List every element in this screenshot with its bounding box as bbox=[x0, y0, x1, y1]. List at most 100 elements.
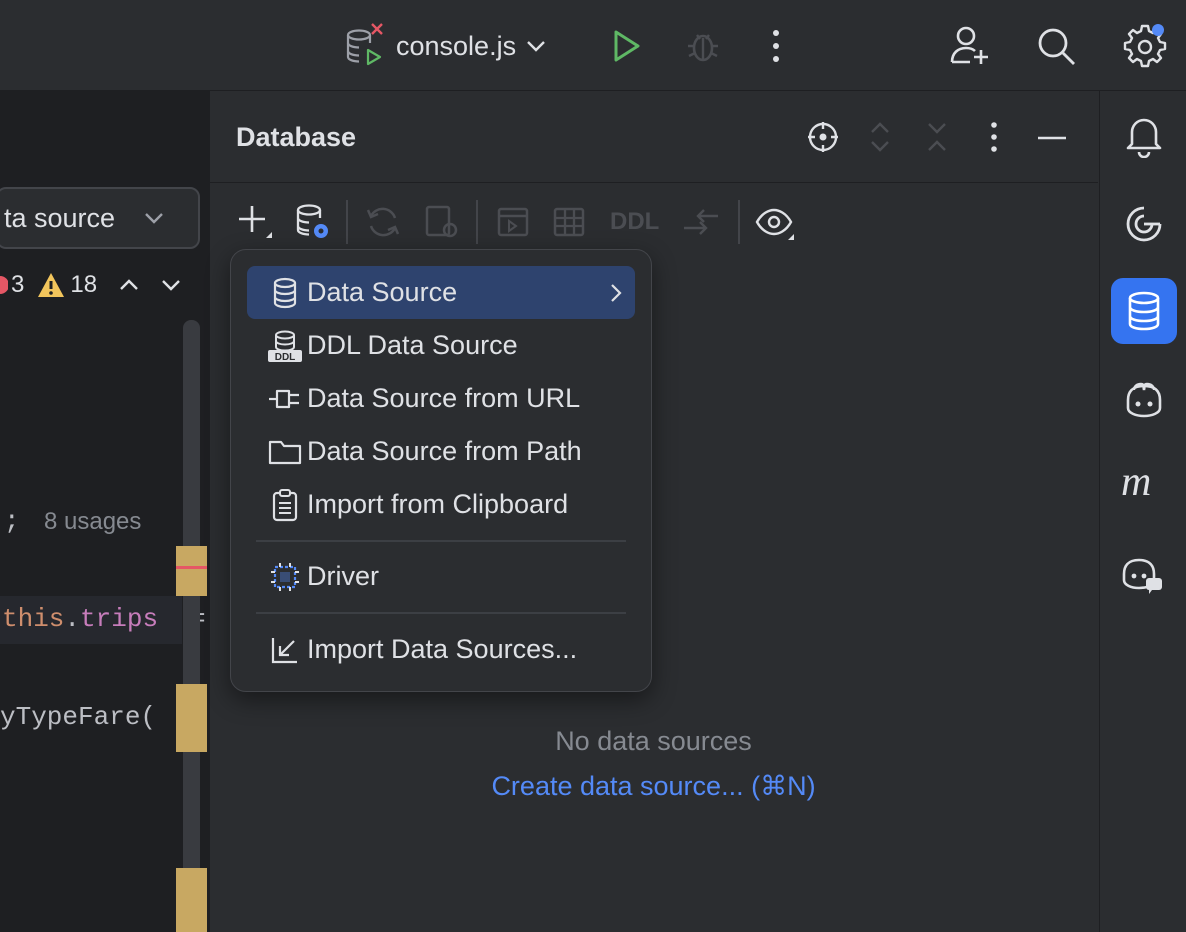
menu-item-data-source[interactable]: Data Source bbox=[247, 266, 635, 319]
menu-item-label: DDL Data Source bbox=[307, 330, 518, 360]
warning-stripe-marker[interactable] bbox=[176, 546, 207, 596]
expand-all-icon bbox=[871, 122, 889, 152]
code-dot: . bbox=[64, 604, 81, 634]
locate-button[interactable] bbox=[806, 120, 840, 154]
new-popup-menu: Data Source DDL DDL Data Source Data Sou… bbox=[230, 249, 652, 692]
ddl-badge: DDL bbox=[275, 352, 296, 363]
data-source-select[interactable]: ta source bbox=[0, 187, 200, 249]
import-arrow-icon bbox=[267, 635, 303, 665]
code-method-name: yTypeFare( bbox=[0, 702, 157, 732]
new-button[interactable] bbox=[236, 202, 276, 244]
menu-separator bbox=[256, 612, 626, 614]
run-button[interactable] bbox=[610, 28, 644, 64]
table-editor-button[interactable] bbox=[552, 206, 586, 238]
menu-item-driver[interactable]: Driver bbox=[247, 550, 635, 603]
title-bar bbox=[0, 0, 1186, 91]
gear-icon bbox=[1123, 24, 1167, 68]
code-with-me-button[interactable] bbox=[948, 22, 992, 70]
previous-highlight-button[interactable] bbox=[117, 277, 141, 293]
plug-url-icon bbox=[267, 386, 303, 412]
create-data-source-link[interactable]: Create data source... (⌘N) bbox=[209, 771, 1098, 802]
menu-item-label: Import Data Sources... bbox=[307, 634, 578, 664]
ddl-data-source-icon: DDL bbox=[267, 329, 303, 363]
empty-state-text: No data sources bbox=[555, 726, 752, 756]
notifications-icon bbox=[1126, 118, 1162, 158]
warning-icon bbox=[36, 271, 66, 299]
ai-assistant-icon bbox=[1126, 206, 1162, 242]
menu-item-import-from-clipboard[interactable]: Import from Clipboard bbox=[247, 478, 635, 531]
folder-icon bbox=[267, 438, 303, 466]
menu-item-ddl-data-source[interactable]: DDL DDL Data Source bbox=[247, 319, 635, 372]
crosshair-icon bbox=[808, 122, 838, 152]
warning-stripe-marker[interactable] bbox=[176, 684, 207, 752]
minimize-icon bbox=[1038, 136, 1066, 140]
debug-button[interactable] bbox=[684, 26, 722, 66]
menu-item-import-data-sources[interactable]: Import Data Sources... bbox=[247, 623, 635, 676]
database-settings-icon bbox=[296, 204, 328, 238]
refresh-button[interactable] bbox=[364, 204, 402, 240]
editor-scrollbar[interactable] bbox=[183, 320, 200, 932]
menu-item-data-source-from-url[interactable]: Data Source from URL bbox=[247, 372, 635, 425]
jump-to-console-button[interactable] bbox=[496, 206, 530, 238]
copilot-chat-button[interactable] bbox=[1120, 552, 1166, 596]
console-icon bbox=[497, 207, 529, 237]
menu-item-label: Data Source bbox=[307, 277, 458, 307]
notifications-button[interactable] bbox=[1124, 114, 1164, 158]
code-line-trips: this.trips bbox=[2, 604, 158, 634]
code-keyword-this: this bbox=[2, 604, 65, 634]
debug-bug-icon bbox=[688, 34, 718, 62]
copilot-button[interactable] bbox=[1122, 378, 1166, 422]
run-configuration-selector[interactable]: console.js bbox=[344, 20, 548, 72]
search-button[interactable] bbox=[1034, 24, 1078, 68]
usages-inlay-hint[interactable]: 8 usages bbox=[44, 508, 141, 536]
toolbar-separator bbox=[476, 200, 478, 244]
more-vertical-icon bbox=[773, 30, 779, 62]
data-source-properties-button[interactable] bbox=[294, 202, 332, 242]
tool-window-title: Database bbox=[236, 122, 357, 152]
code-method-call: yTypeFare( bbox=[0, 702, 156, 732]
collapse-all-button[interactable] bbox=[925, 120, 949, 154]
run-configuration-name: console.js bbox=[396, 30, 517, 61]
toolbar-separator bbox=[346, 200, 348, 244]
copilot-chat-icon bbox=[1122, 558, 1162, 594]
hide-tool-window-button[interactable] bbox=[1036, 124, 1068, 152]
menu-separator bbox=[256, 540, 626, 542]
run-icon bbox=[614, 30, 640, 62]
maven-m-icon[interactable]: m bbox=[1121, 458, 1151, 506]
plus-icon bbox=[239, 206, 272, 238]
error-stripe-marker[interactable] bbox=[176, 566, 207, 569]
database-icon bbox=[267, 277, 303, 309]
view-options-button[interactable] bbox=[754, 204, 798, 244]
next-highlight-button[interactable] bbox=[159, 277, 183, 293]
ddl-button[interactable]: DDL bbox=[610, 208, 659, 236]
toolbar-divider bbox=[209, 182, 1098, 183]
edit-schema-button[interactable] bbox=[424, 204, 460, 240]
add-user-icon bbox=[950, 26, 988, 64]
copilot-icon bbox=[1126, 382, 1162, 418]
settings-button[interactable] bbox=[1120, 20, 1170, 70]
database-tool-button[interactable] bbox=[1111, 278, 1177, 344]
eye-icon bbox=[755, 208, 794, 240]
compare-arrows-icon bbox=[684, 209, 718, 235]
refresh-icon bbox=[366, 207, 400, 237]
collapse-all-icon bbox=[928, 123, 946, 151]
warning-stripe-marker[interactable] bbox=[176, 868, 207, 932]
menu-item-label: Data Source from URL bbox=[307, 383, 581, 413]
ai-assistant-button[interactable] bbox=[1122, 202, 1166, 246]
menu-item-data-source-from-path[interactable]: Data Source from Path bbox=[247, 425, 635, 478]
error-icon bbox=[0, 274, 8, 296]
more-vertical-icon bbox=[991, 122, 997, 152]
compare-button[interactable] bbox=[682, 204, 722, 242]
data-source-select-value: ta source bbox=[4, 202, 116, 233]
tool-window-options-button[interactable] bbox=[982, 120, 1006, 154]
more-actions-button[interactable] bbox=[764, 26, 788, 66]
database-icon bbox=[1128, 291, 1160, 331]
clipboard-icon bbox=[267, 488, 303, 522]
expand-all-button[interactable] bbox=[868, 120, 892, 154]
toolbar-separator bbox=[738, 200, 740, 244]
menu-item-label: Import from Clipboard bbox=[307, 489, 569, 519]
code-semicolon: ; bbox=[4, 506, 20, 536]
inspection-widget[interactable]: 3 18 bbox=[0, 270, 183, 300]
code-field-trips: trips bbox=[80, 604, 159, 634]
driver-icon bbox=[267, 562, 303, 592]
